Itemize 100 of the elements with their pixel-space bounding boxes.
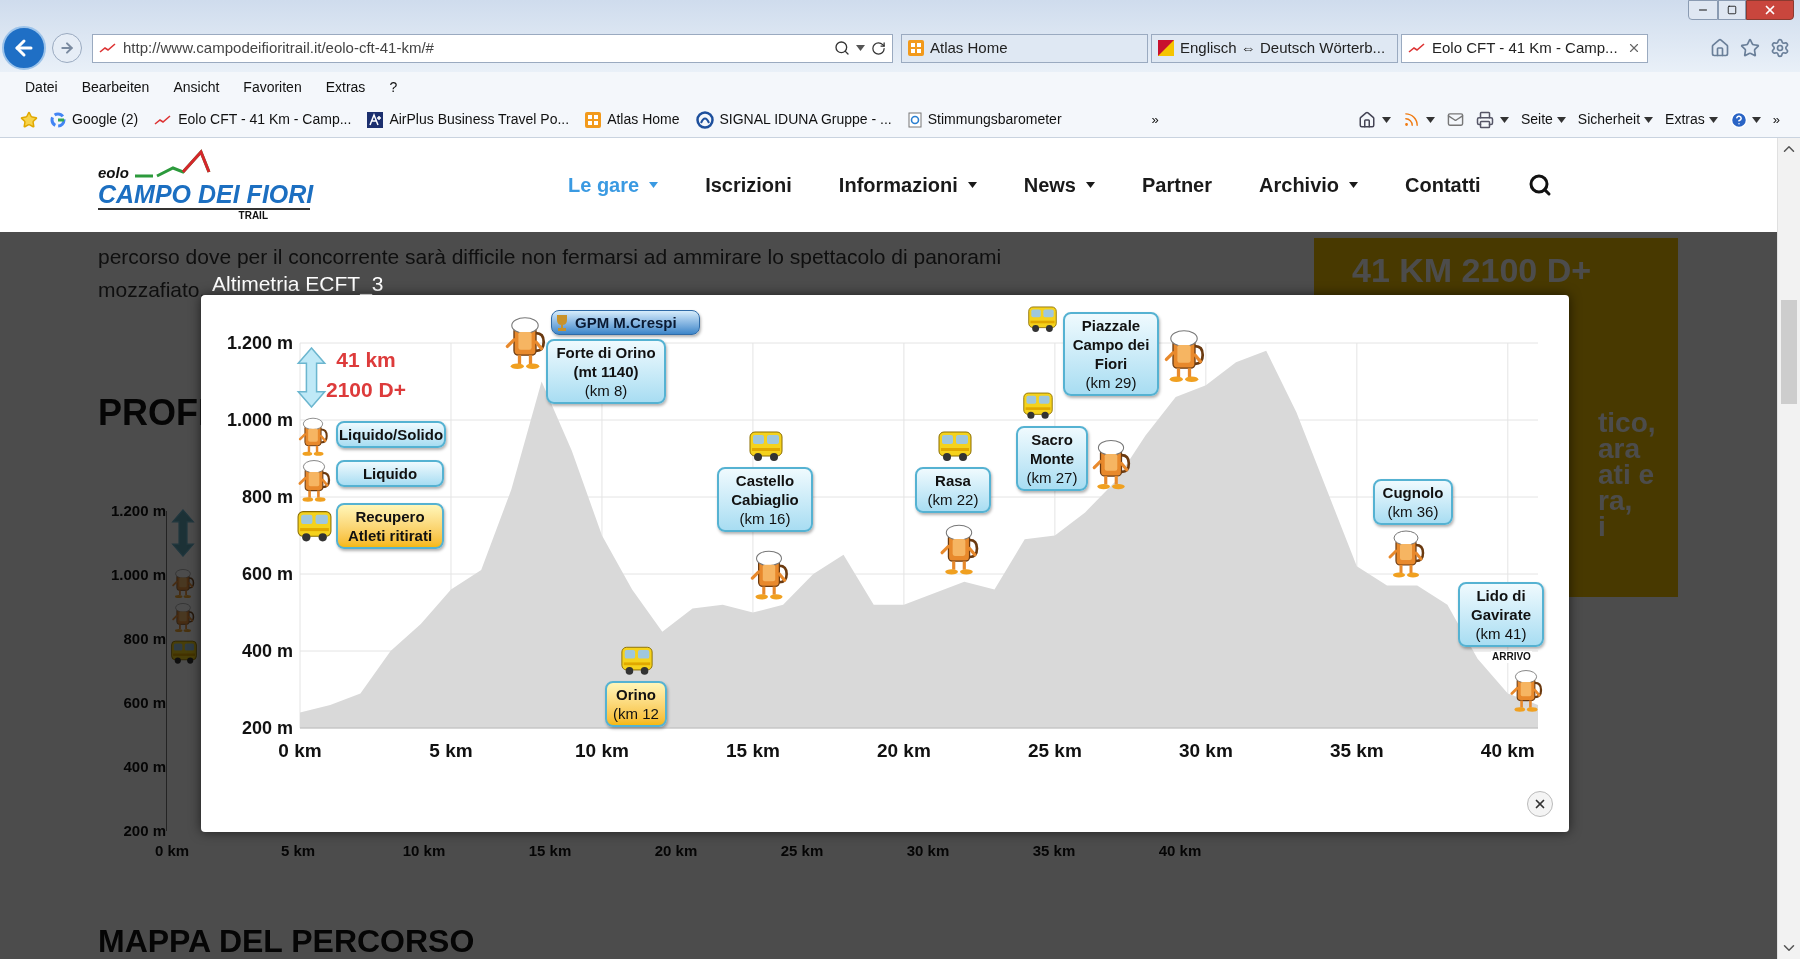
km-label: (km 41) — [1475, 624, 1527, 643]
favorites-icon[interactable] — [1740, 38, 1760, 58]
browser-tab[interactable]: Englisch ⇔ Deutsch Wörterb... — [1151, 33, 1398, 63]
caret-icon — [856, 45, 865, 51]
nav-link[interactable]: Archivio — [1259, 170, 1359, 200]
caret-icon — [1425, 116, 1435, 123]
axis-label: 400 m — [123, 757, 166, 777]
place-name: Rasa — [935, 471, 971, 490]
axis-label: 10 km — [575, 740, 629, 761]
tab-label: Eolo CFT - 41 Km - Camp... — [1432, 37, 1619, 58]
search-icon[interactable] — [834, 40, 850, 56]
scroll-thumb[interactable] — [1781, 300, 1797, 404]
signal-icon — [695, 110, 714, 129]
menu-item[interactable]: Datei — [25, 76, 58, 98]
mail-icon[interactable] — [1446, 111, 1464, 128]
feed-icon[interactable] — [1402, 111, 1420, 128]
settings-icon[interactable] — [1770, 38, 1790, 58]
mug-mascot-icon — [296, 457, 332, 503]
address-field[interactable]: http://www.campodeifioritrail.it/eolo-cft-41-km/# — [92, 33, 893, 63]
command-menu[interactable]: Sicherheit — [1577, 109, 1654, 130]
more-favorites[interactable]: » — [1151, 109, 1159, 130]
favorite-link[interactable]: Eolo CFT - 41 Km - Camp... — [154, 109, 352, 130]
print-icon[interactable] — [1475, 110, 1494, 129]
place-name: Lido di Gavirate — [1470, 586, 1531, 624]
close-icon — [1763, 3, 1777, 17]
search-icon[interactable] — [1527, 173, 1552, 197]
place-name: Liquido — [362, 464, 418, 483]
nav-link[interactable]: News — [1023, 170, 1095, 200]
zigzag-icon — [1408, 42, 1426, 54]
nav-link[interactable]: Contatti — [1405, 170, 1481, 200]
axis-label: 1.200 m — [226, 333, 293, 353]
km-label: (km 27) — [1026, 468, 1078, 487]
tab-label: Atlas Home — [930, 37, 1009, 58]
menu-item[interactable]: Favoriten — [243, 76, 302, 98]
caret-icon — [1381, 116, 1391, 123]
home-icon[interactable] — [1357, 110, 1376, 129]
axis-label: 15 km — [527, 841, 573, 861]
card-text: tico, ara ati e ra, i — [1598, 410, 1657, 540]
close-tab-icon[interactable] — [1627, 41, 1641, 55]
favorite-link[interactable]: Stimmungsbarometer — [907, 109, 1062, 130]
distance-text: 41 km — [336, 347, 396, 373]
minimize-button[interactable] — [1688, 0, 1718, 20]
maximize-button[interactable] — [1718, 0, 1746, 20]
km-label: (km 16) — [739, 509, 791, 528]
refresh-icon[interactable] — [871, 40, 886, 56]
favorite-link[interactable]: SIGNAL IDUNA Gruppe - ... — [695, 109, 892, 130]
axis-label: 35 km — [1031, 841, 1077, 861]
menu-item[interactable]: Extras — [325, 76, 366, 98]
close-icon — [1533, 797, 1547, 811]
more-commands[interactable]: » — [1772, 109, 1780, 130]
favorite-link[interactable]: Google (2) — [50, 109, 139, 130]
axis-label: 25 km — [779, 841, 825, 861]
bus-icon — [1027, 303, 1058, 335]
help-icon[interactable] — [1729, 110, 1748, 129]
bus-icon — [937, 429, 973, 463]
tab-label: Englisch ⇔ Deutsch Wörterb... — [1180, 37, 1387, 58]
nav-link[interactable]: Informazioni — [838, 170, 977, 200]
caret-icon — [1708, 116, 1718, 123]
axis-label: 10 km — [401, 841, 447, 861]
browser-tab[interactable]: Atlas Home — [901, 33, 1148, 63]
google-icon — [50, 111, 66, 128]
axis-label: 20 km — [876, 740, 931, 761]
km-label: (km 36) — [1387, 502, 1439, 521]
menu-item[interactable]: Ansicht — [173, 76, 220, 98]
mountain-line-icon — [132, 148, 213, 180]
airplus-icon — [367, 111, 384, 128]
nav-link[interactable]: Partner — [1142, 170, 1213, 200]
trophy-icon — [555, 313, 569, 332]
double-arrow-icon — [296, 347, 327, 408]
menu-item[interactable]: ? — [389, 76, 398, 98]
axis-label: 400 m — [241, 641, 293, 661]
axis-label: 5 km — [429, 740, 473, 761]
bus-icon — [748, 429, 784, 463]
favorite-link[interactable]: AirPlus Business Travel Po... — [367, 109, 570, 130]
body-text-line: percorso dove per il concorrente sarà difficile non fermarsi ad ammirare lo spettacolo di panorami — [98, 244, 1002, 270]
back-button[interactable] — [2, 26, 46, 70]
finish-sign: ARRIVO — [1491, 651, 1532, 663]
browser-tab[interactable]: Eolo CFT - 41 Km - Camp... — [1401, 33, 1648, 63]
axis-label: 15 km — [726, 740, 780, 761]
section-heading: MAPPA DEL PERCORSO — [98, 923, 476, 959]
command-menu[interactable]: Seite — [1520, 109, 1566, 130]
axis-label: 600 m — [241, 564, 293, 584]
favorite-link[interactable]: Atlas Home — [585, 109, 680, 130]
nav-link[interactable]: Iscrizioni — [705, 170, 792, 200]
axis-label: 600 m — [123, 693, 166, 713]
close-button[interactable] — [1527, 791, 1553, 817]
caret-icon — [1499, 116, 1509, 123]
menu-item[interactable]: Bearbeiten — [81, 76, 150, 98]
forward-button[interactable] — [52, 33, 82, 63]
caret-icon — [1644, 116, 1654, 123]
axis-label: 30 km — [1178, 740, 1233, 761]
atlas-icon — [585, 111, 602, 128]
place-name: GPM M.Crespi — [575, 313, 677, 332]
km-label: (km 22) — [927, 490, 979, 509]
km-label: (km 29) — [1085, 373, 1137, 392]
place-name: Cugnolo — [1382, 483, 1444, 502]
km-label: (km 12 — [613, 704, 659, 723]
axis-label: 40 km — [1480, 740, 1535, 761]
place-name: Orino — [616, 685, 656, 704]
command-menu[interactable]: Extras — [1665, 109, 1718, 130]
